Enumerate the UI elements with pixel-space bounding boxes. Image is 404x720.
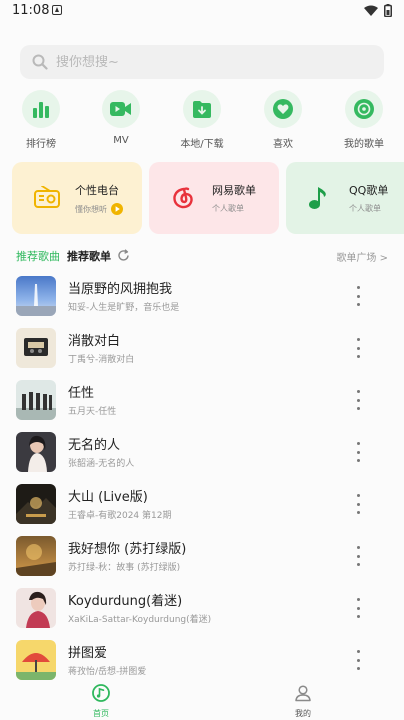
wifi-icon — [364, 5, 378, 16]
tab-recommend-songs[interactable]: 推荐歌曲 — [16, 248, 60, 264]
card-subtitle: 个人歌单 — [212, 204, 244, 213]
quick-actions: 排行榜 MV 本地/下载 喜欢 我的歌单 — [0, 90, 404, 150]
feature-cards: 个性电台 懂你想听 网易歌单 个人歌单 QQ歌单 个人歌单 — [0, 162, 404, 235]
recommend-section-header: 推荐歌曲 推荐歌单 歌单广场 > — [16, 248, 388, 266]
song-row[interactable]: 任性 五月天-任性 — [0, 378, 404, 424]
nav-mine[interactable]: 我的 — [273, 684, 333, 719]
song-title: 我好想你 (苏打绿版) — [68, 542, 187, 557]
status-bar: 11:08 — [0, 0, 404, 22]
song-title: 消散对白 — [68, 334, 121, 349]
more-options-icon[interactable] — [352, 442, 364, 462]
song-title: 无名的人 — [68, 438, 121, 453]
album-cover — [16, 484, 56, 524]
status-icons — [364, 4, 392, 17]
card-qq-playlist[interactable]: QQ歌单 个人歌单 — [286, 162, 404, 234]
search-icon — [32, 54, 48, 70]
song-title: 当原野的风拥抱我 — [68, 282, 173, 297]
music-note-icon — [309, 187, 326, 209]
home-music-icon — [92, 684, 110, 702]
card-title: QQ歌单 — [349, 184, 389, 197]
card-title: 个性电台 — [75, 184, 119, 197]
heart-icon — [273, 99, 293, 119]
card-subtitle: 个人歌单 — [349, 204, 381, 213]
quick-action-local-download[interactable]: 本地/下载 — [172, 90, 232, 150]
album-cover — [16, 276, 56, 316]
song-artist: 知妥-人生是旷野，音乐也是 — [68, 303, 180, 313]
song-artist: 蒋孜怡/岳想-拼图爱 — [68, 667, 147, 677]
more-options-icon[interactable] — [352, 598, 364, 618]
nav-home[interactable]: 首页 — [71, 684, 131, 719]
disc-icon — [354, 99, 374, 119]
quick-action-label: MV — [113, 135, 129, 146]
quick-action-mv[interactable]: MV — [91, 90, 151, 146]
more-options-icon[interactable] — [352, 338, 364, 358]
song-row[interactable]: 消散对白 丁禹兮-消散对白 — [0, 326, 404, 372]
play-circle-icon[interactable] — [111, 203, 123, 215]
battery-icon — [384, 4, 392, 17]
song-row[interactable]: 大山 (Live版) 王睿卓-有歌2024 第12期 — [0, 482, 404, 528]
song-artist: 张韶涵-无名的人 — [68, 459, 135, 469]
quick-action-favorites[interactable]: 喜欢 — [253, 90, 313, 150]
nav-label: 我的 — [295, 709, 311, 718]
download-folder-icon — [193, 100, 211, 118]
song-row[interactable]: Koydurdung(着迷) XaKiLa-Sattar-Koydurdung(… — [0, 586, 404, 632]
album-cover — [16, 432, 56, 472]
quick-action-my-playlists[interactable]: 我的歌单 — [334, 90, 394, 150]
song-title: Koydurdung(着迷) — [68, 594, 183, 609]
more-options-icon[interactable] — [352, 546, 364, 566]
song-artist: 丁禹兮-消散对白 — [68, 355, 135, 365]
album-cover — [16, 328, 56, 368]
notification-icon — [52, 5, 62, 15]
song-row[interactable]: 当原野的风拥抱我 知妥-人生是旷野，音乐也是 — [0, 274, 404, 320]
search-input[interactable] — [56, 54, 336, 70]
video-icon — [110, 102, 131, 116]
more-options-icon[interactable] — [352, 286, 364, 306]
radio-icon — [34, 186, 60, 208]
album-cover — [16, 640, 56, 680]
song-artist: 苏打绿-秋：故事 (苏打绿版) — [68, 563, 181, 573]
card-netease-playlist[interactable]: 网易歌单 个人歌单 — [149, 162, 279, 234]
card-personal-radio[interactable]: 个性电台 懂你想听 — [12, 162, 142, 234]
album-cover — [16, 588, 56, 628]
song-title: 任性 — [68, 386, 95, 401]
song-title: 大山 (Live版) — [68, 490, 148, 505]
song-row[interactable]: 拼图爱 蒋孜怡/岳想-拼图爱 — [0, 638, 404, 684]
album-cover — [16, 380, 56, 420]
song-title: 拼图爱 — [68, 646, 108, 661]
quick-action-label: 排行榜 — [26, 139, 56, 150]
song-row[interactable]: 无名的人 张韶涵-无名的人 — [0, 430, 404, 476]
more-options-icon[interactable] — [352, 650, 364, 670]
card-title: 网易歌单 — [212, 184, 256, 197]
playlist-plaza-link[interactable]: 歌单广场 > — [336, 249, 388, 264]
song-artist: XaKiLa-Sattar-Koydurdung(着迷) — [68, 615, 212, 625]
more-options-icon[interactable] — [352, 494, 364, 514]
song-artist: 五月天-任性 — [68, 407, 117, 417]
chart-bars-icon — [33, 102, 49, 118]
card-subtitle: 懂你想听 — [75, 204, 107, 214]
song-row[interactable]: 我好想你 (苏打绿版) 苏打绿-秋：故事 (苏打绿版) — [0, 534, 404, 580]
refresh-icon[interactable] — [117, 249, 130, 262]
search-bar[interactable] — [20, 45, 384, 79]
quick-action-label: 本地/下载 — [180, 139, 224, 150]
bottom-navigation: 首页 我的 — [0, 680, 404, 720]
quick-action-label: 喜欢 — [273, 139, 293, 150]
more-options-icon[interactable] — [352, 390, 364, 410]
quick-action-charts[interactable]: 排行榜 — [11, 90, 71, 150]
netease-icon — [173, 187, 193, 209]
nav-label: 首页 — [93, 709, 109, 718]
quick-action-label: 我的歌单 — [344, 139, 384, 150]
album-cover — [16, 536, 56, 576]
tab-recommend-playlists[interactable]: 推荐歌单 — [67, 248, 111, 264]
user-icon — [295, 685, 311, 702]
song-artist: 王睿卓-有歌2024 第12期 — [68, 511, 172, 521]
status-time: 11:08 — [12, 3, 50, 18]
